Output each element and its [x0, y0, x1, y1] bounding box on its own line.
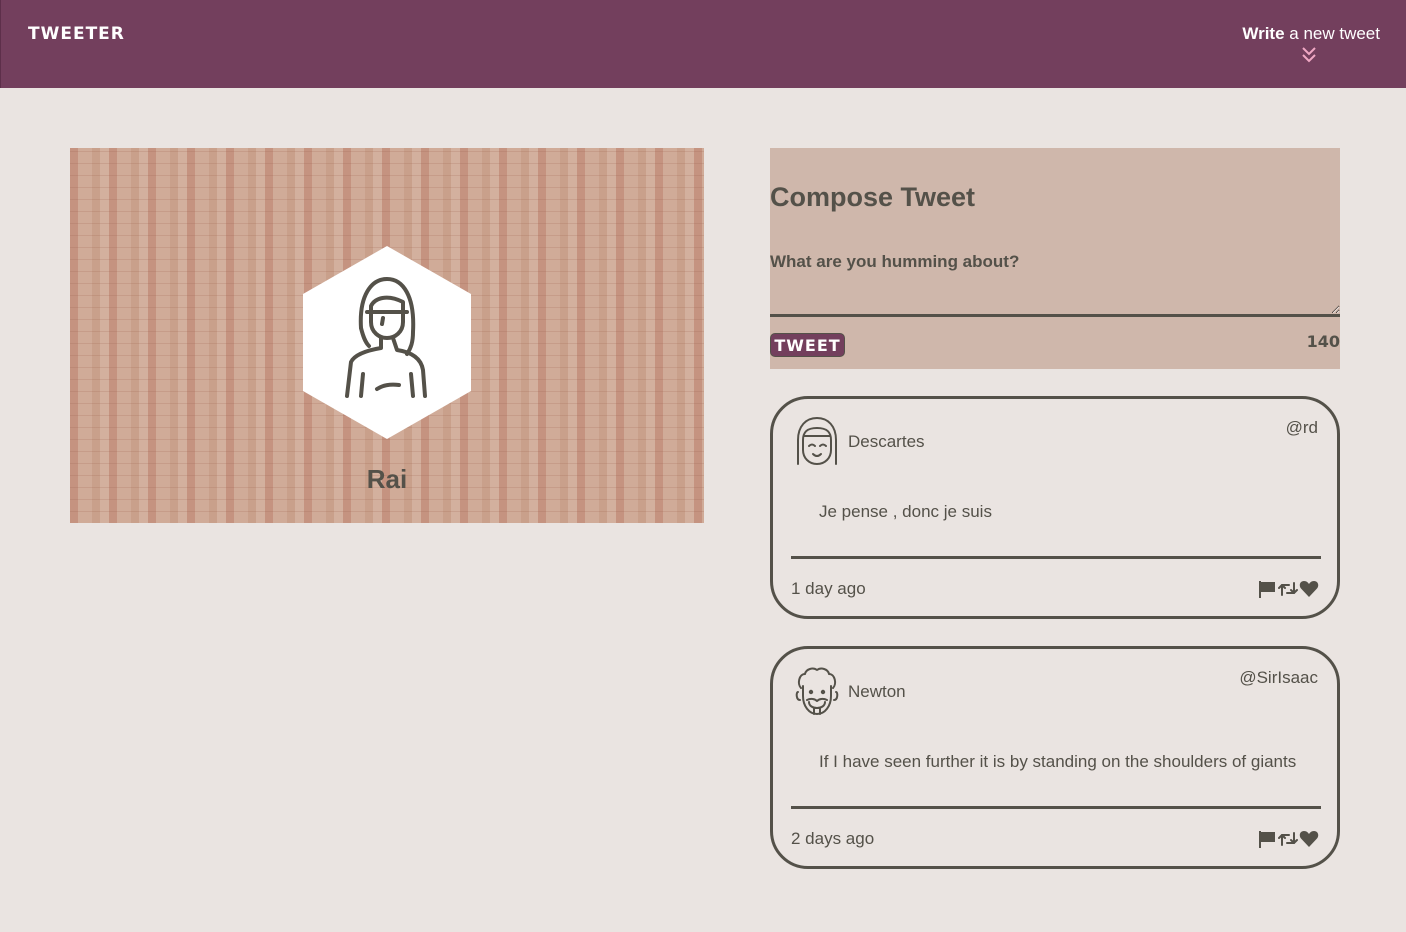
tweet-submit-button[interactable]: TWEET [770, 333, 845, 357]
tweet-actions [1257, 579, 1319, 599]
tweet-author-name: Newton [848, 682, 906, 701]
brand-logo[interactable]: TWEETER [28, 24, 125, 44]
tweet-author-handle: @rd [1285, 418, 1318, 437]
tweet-author-handle: @SirIsaac [1239, 668, 1318, 687]
bearded-man-avatar-icon [795, 667, 839, 715]
top-nav: TWEETER Write a new tweet [0, 0, 1406, 88]
profile-avatar [303, 246, 471, 439]
tweet-divider [791, 556, 1321, 559]
tweet-text-input[interactable] [770, 244, 1340, 317]
write-new-tweet-link[interactable]: Write a new tweet [1242, 24, 1380, 44]
character-counter: 140 [1306, 332, 1340, 351]
tweet-text: If I have seen further it is by standing… [819, 752, 1297, 771]
heart-icon[interactable] [1299, 829, 1319, 849]
flag-icon[interactable] [1257, 579, 1277, 599]
write-label-bold: Write [1242, 24, 1285, 43]
tweet-timestamp: 1 day ago [791, 579, 866, 598]
heart-icon[interactable] [1299, 579, 1319, 599]
tweet-card: Descartes @rd Je pense , donc je suis 1 … [770, 396, 1340, 619]
double-chevron-down-icon[interactable] [1301, 46, 1317, 64]
tweet-text: Je pense , donc je suis [819, 502, 992, 521]
compose-panel: Compose Tweet TWEET 140 [770, 148, 1340, 369]
tweet-divider [791, 806, 1321, 809]
retweet-icon[interactable] [1278, 829, 1298, 849]
girl-avatar-icon [797, 417, 837, 465]
tweet-card: Newton @SirIsaac If I have seen further … [770, 646, 1340, 869]
tweet-author-name: Descartes [848, 432, 925, 451]
profile-card: Rai [70, 148, 704, 523]
retweet-icon[interactable] [1278, 579, 1298, 599]
flag-icon[interactable] [1257, 829, 1277, 849]
write-label-rest: a new tweet [1284, 24, 1380, 43]
tweet-actions [1257, 829, 1319, 849]
tweet-timestamp: 2 days ago [791, 829, 875, 848]
compose-title: Compose Tweet [770, 182, 976, 212]
profile-name: Rai [366, 464, 408, 494]
